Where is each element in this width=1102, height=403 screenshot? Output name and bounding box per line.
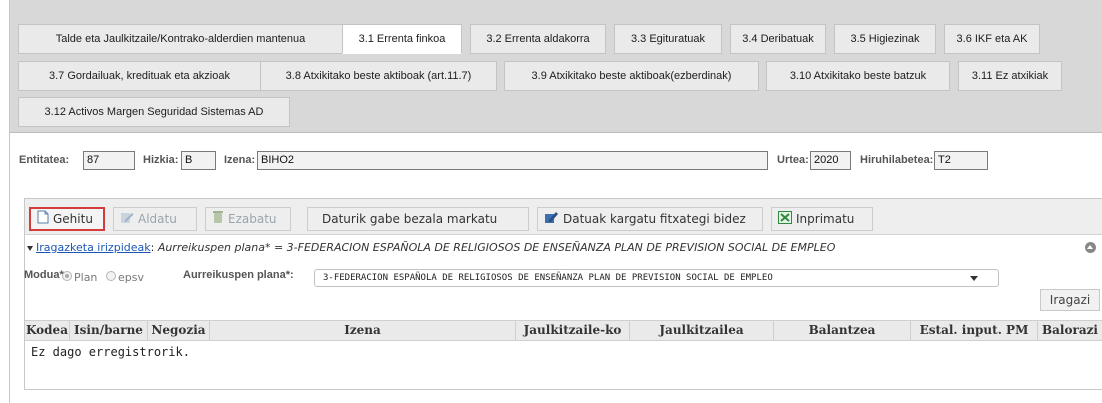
mark-no-data-button[interactable]: Daturik gabe bezala markatu xyxy=(307,207,529,231)
plan-select-label: Aurreikuspen plana*: xyxy=(183,269,294,281)
tab-activos-margen[interactable]: 3.12 Activos Margen Seguridad Sistemas A… xyxy=(18,97,290,127)
mode-label: Modua*: xyxy=(24,269,68,281)
mode-plan-radio[interactable] xyxy=(62,271,72,281)
column-header[interactable]: Estal. input. PM xyxy=(911,321,1038,340)
column-header[interactable]: Balantzea xyxy=(774,321,911,340)
upload-pencil-icon xyxy=(544,209,559,231)
mode-plan-label: Plan xyxy=(74,271,98,284)
grid-toolbar: Gehitu Aldatu Ezabatu Daturik gabe bezal… xyxy=(25,199,1102,235)
filter-summary: Iragazketa irizpideak: Aurreikuspen plan… xyxy=(27,241,835,254)
upload-file-button[interactable]: Datuak kargatu fitxategi bidez xyxy=(537,207,763,231)
hizkia-label: Hizkia: xyxy=(143,154,179,166)
mode-epsv-label: epsv xyxy=(118,271,144,284)
delete-button-label: Ezabatu xyxy=(228,212,277,226)
tab-gordailuak[interactable]: 3.7 Gordailuak, kredituak eta akzioak xyxy=(18,61,261,91)
tab-ikf-ak[interactable]: 3.6 IKF eta AK xyxy=(944,24,1040,54)
main-container: Talde eta Jaulkitzaile/Kontrako-alderdie… xyxy=(9,0,1102,403)
column-header[interactable]: Balorazi xyxy=(1038,321,1102,340)
hiruhilabetea-label: Hiruhilabetea: xyxy=(860,154,934,166)
tab-errenta-finkoa[interactable]: 3.1 Errenta finkoa xyxy=(342,24,462,54)
urtea-label: Urtea: xyxy=(777,154,809,166)
tab-higiezinak[interactable]: 3.5 Higiezinak xyxy=(834,24,936,54)
hizkia-field[interactable]: B xyxy=(181,151,216,170)
tab-atxikitako-ezberdinak[interactable]: 3.9 Atxikitako beste aktiboak(ezberdinak… xyxy=(504,61,759,91)
column-header[interactable]: Jaulkitzailea xyxy=(630,321,774,340)
empty-grid-message: Ez dago erregistrorik. xyxy=(31,345,190,359)
add-button-label: Gehitu xyxy=(53,212,93,226)
header-form: Entitatea: 87 Hizkia: B Izena: BIHO2 Urt… xyxy=(19,151,1102,171)
tab-jaulkitzaile-mantenua[interactable]: Talde eta Jaulkitzaile/Kontrako-alderdie… xyxy=(18,24,343,54)
mode-epsv-radio[interactable] xyxy=(106,271,116,281)
pencil-icon xyxy=(120,209,134,231)
plan-select-value: 3-FEDERACION ESPAÑOLA DE RELIGIOSOS DE E… xyxy=(323,273,773,283)
delete-button[interactable]: Ezabatu xyxy=(205,207,291,231)
tab-egituratuak[interactable]: 3.3 Egituratuak xyxy=(614,24,722,54)
expand-arrow-icon[interactable] xyxy=(27,245,33,251)
entitatea-field[interactable]: 87 xyxy=(83,151,135,170)
izena-label: Izena: xyxy=(224,154,256,166)
column-header[interactable]: Kodea xyxy=(25,321,70,340)
document-icon xyxy=(37,210,49,230)
tab-atxikitako-beste-batzuk[interactable]: 3.10 Atxikitako beste batzuk xyxy=(766,61,950,91)
hiruhilabetea-field[interactable]: T2 xyxy=(934,151,988,170)
filter-criteria-text: Aurreikuspen plana* = 3-FEDERACION ESPAÑ… xyxy=(157,241,836,254)
filter-criteria-link[interactable]: Iragazketa irizpideak xyxy=(36,241,151,254)
upload-file-label: Datuak kargatu fitxategi bidez xyxy=(563,212,746,226)
trash-icon xyxy=(212,209,224,231)
tab-ez-atxikiak[interactable]: 3.11 Ez atxikiak xyxy=(958,61,1062,91)
tab-bar: Talde eta Jaulkitzaile/Kontrako-alderdie… xyxy=(10,0,1102,133)
print-button-label: Inprimatu xyxy=(796,212,855,226)
tab-deribatuak[interactable]: 3.4 Deribatuak xyxy=(730,24,826,54)
tab-errenta-aldakorra[interactable]: 3.2 Errenta aldakorra xyxy=(470,24,606,54)
print-button[interactable]: Inprimatu xyxy=(771,207,873,231)
column-header[interactable]: Jaulkitzaile-ko xyxy=(516,321,630,340)
entitatea-label: Entitatea: xyxy=(19,154,70,166)
urtea-field[interactable]: 2020 xyxy=(810,151,851,170)
izena-field[interactable]: BIHO2 xyxy=(257,151,768,170)
edit-button[interactable]: Aldatu xyxy=(113,207,197,231)
collapse-up-icon[interactable] xyxy=(1085,242,1096,253)
edit-button-label: Aldatu xyxy=(138,212,177,226)
plan-select[interactable]: 3-FEDERACION ESPAÑOLA DE RELIGIOSOS DE E… xyxy=(314,269,999,287)
chevron-down-icon xyxy=(970,276,978,281)
filter-fields: Modua*: Plan epsv Aurreikuspen plana*: 3… xyxy=(24,267,1102,287)
add-button[interactable]: Gehitu xyxy=(29,207,105,231)
tab-atxikitako-art117[interactable]: 3.8 Atxikitako beste aktiboak (art.11.7) xyxy=(260,61,497,91)
excel-icon xyxy=(778,209,792,231)
apply-filter-button[interactable]: Iragazi xyxy=(1040,289,1100,311)
column-header[interactable]: Izena xyxy=(210,321,516,340)
column-header[interactable]: Negozia xyxy=(148,321,210,340)
mark-no-data-label: Daturik gabe bezala markatu xyxy=(322,212,498,226)
column-header[interactable]: Isin/barne xyxy=(70,321,148,340)
grid-panel: Gehitu Aldatu Ezabatu Daturik gabe bezal… xyxy=(24,198,1102,390)
grid-header: Kodea Isin/barne Negozia Izena Jaulkitza… xyxy=(25,320,1102,341)
